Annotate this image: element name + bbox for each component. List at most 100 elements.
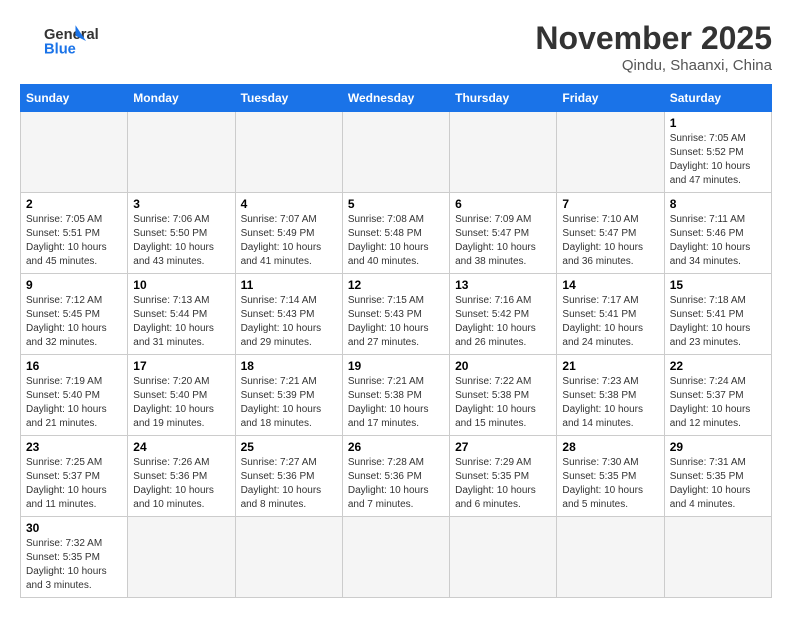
day-number: 20 [455, 359, 551, 373]
calendar-cell [557, 517, 664, 598]
day-number: 18 [241, 359, 337, 373]
calendar-cell: 2 Sunrise: 7:05 AM Sunset: 5:51 PM Daylig… [21, 193, 128, 274]
day-number: 21 [562, 359, 658, 373]
day-info: Sunrise: 7:07 AM Sunset: 5:49 PM Dayligh… [241, 213, 337, 269]
day-info: Sunrise: 7:11 AM Sunset: 5:46 PM Dayligh… [670, 213, 766, 269]
day-number: 17 [133, 359, 229, 373]
day-info: Sunrise: 7:26 AM Sunset: 5:36 PM Dayligh… [133, 456, 229, 512]
calendar-cell: 22 Sunrise: 7:24 AM Sunset: 5:37 PM Dayli… [664, 355, 771, 436]
svg-text:Blue: Blue [44, 42, 76, 58]
weekday-header-wednesday: Wednesday [342, 85, 449, 112]
day-info: Sunrise: 7:05 AM Sunset: 5:51 PM Dayligh… [26, 213, 122, 269]
day-number: 7 [562, 197, 658, 211]
day-number: 6 [455, 197, 551, 211]
day-number: 13 [455, 278, 551, 292]
week-row-6: 30 Sunrise: 7:32 AM Sunset: 5:35 PM Dayli… [21, 517, 772, 598]
weekday-header-friday: Friday [557, 85, 664, 112]
day-number: 15 [670, 278, 766, 292]
day-number: 30 [26, 521, 122, 535]
day-number: 24 [133, 440, 229, 454]
week-row-4: 16 Sunrise: 7:19 AM Sunset: 5:40 PM Dayli… [21, 355, 772, 436]
calendar-subtitle: Qindu, Shaanxi, China [535, 57, 772, 74]
calendar-cell [235, 517, 342, 598]
day-info: Sunrise: 7:22 AM Sunset: 5:38 PM Dayligh… [455, 375, 551, 431]
calendar-cell [128, 517, 235, 598]
day-info: Sunrise: 7:17 AM Sunset: 5:41 PM Dayligh… [562, 294, 658, 350]
day-info: Sunrise: 7:20 AM Sunset: 5:40 PM Dayligh… [133, 375, 229, 431]
calendar-cell: 19Sunrise: 7:21 AM Sunset: 5:38 PM Dayli… [342, 355, 449, 436]
calendar-cell: 30 Sunrise: 7:32 AM Sunset: 5:35 PM Dayli… [21, 517, 128, 598]
calendar-cell: 29Sunrise: 7:31 AM Sunset: 5:35 PM Dayli… [664, 436, 771, 517]
day-number: 9 [26, 278, 122, 292]
day-info: Sunrise: 7:08 AM Sunset: 5:48 PM Dayligh… [348, 213, 444, 269]
weekday-header-monday: Monday [128, 85, 235, 112]
day-info: Sunrise: 7:09 AM Sunset: 5:47 PM Dayligh… [455, 213, 551, 269]
day-info: Sunrise: 7:18 AM Sunset: 5:41 PM Dayligh… [670, 294, 766, 350]
day-info: Sunrise: 7:10 AM Sunset: 5:47 PM Dayligh… [562, 213, 658, 269]
day-info: Sunrise: 7:19 AM Sunset: 5:40 PM Dayligh… [26, 375, 122, 431]
calendar-cell: 18Sunrise: 7:21 AM Sunset: 5:39 PM Dayli… [235, 355, 342, 436]
day-info: Sunrise: 7:27 AM Sunset: 5:36 PM Dayligh… [241, 456, 337, 512]
day-number: 1 [670, 116, 766, 130]
day-number: 11 [241, 278, 337, 292]
logo-icon: General Blue [20, 20, 110, 62]
day-info: Sunrise: 7:28 AM Sunset: 5:36 PM Dayligh… [348, 456, 444, 512]
day-number: 16 [26, 359, 122, 373]
calendar-cell: 26Sunrise: 7:28 AM Sunset: 5:36 PM Dayli… [342, 436, 449, 517]
title-block: November 2025 Qindu, Shaanxi, China [535, 20, 772, 74]
day-number: 3 [133, 197, 229, 211]
day-info: Sunrise: 7:12 AM Sunset: 5:45 PM Dayligh… [26, 294, 122, 350]
day-number: 12 [348, 278, 444, 292]
calendar-cell [21, 112, 128, 193]
day-info: Sunrise: 7:24 AM Sunset: 5:37 PM Dayligh… [670, 375, 766, 431]
calendar-cell: 20 Sunrise: 7:22 AM Sunset: 5:38 PM Dayli… [450, 355, 557, 436]
weekday-header-thursday: Thursday [450, 85, 557, 112]
day-number: 4 [241, 197, 337, 211]
calendar-cell: 23 Sunrise: 7:25 AM Sunset: 5:37 PM Dayli… [21, 436, 128, 517]
day-number: 29 [670, 440, 766, 454]
day-info: Sunrise: 7:16 AM Sunset: 5:42 PM Dayligh… [455, 294, 551, 350]
day-info: Sunrise: 7:14 AM Sunset: 5:43 PM Dayligh… [241, 294, 337, 350]
calendar-cell: 12Sunrise: 7:15 AM Sunset: 5:43 PM Dayli… [342, 274, 449, 355]
week-row-2: 2 Sunrise: 7:05 AM Sunset: 5:51 PM Daylig… [21, 193, 772, 274]
calendar-cell [450, 112, 557, 193]
week-row-1: 1Sunrise: 7:05 AM Sunset: 5:52 PM Daylig… [21, 112, 772, 193]
calendar-cell: 16 Sunrise: 7:19 AM Sunset: 5:40 PM Dayli… [21, 355, 128, 436]
calendar-cell [557, 112, 664, 193]
day-number: 22 [670, 359, 766, 373]
calendar-cell: 27 Sunrise: 7:29 AM Sunset: 5:35 PM Dayli… [450, 436, 557, 517]
day-number: 14 [562, 278, 658, 292]
calendar-cell [342, 112, 449, 193]
calendar-cell: 10 Sunrise: 7:13 AM Sunset: 5:44 PM Dayli… [128, 274, 235, 355]
weekday-header-row: SundayMondayTuesdayWednesdayThursdayFrid… [21, 85, 772, 112]
day-info: Sunrise: 7:13 AM Sunset: 5:44 PM Dayligh… [133, 294, 229, 350]
calendar-cell [664, 517, 771, 598]
calendar-header: General Blue November 2025 Qindu, Shaanx… [20, 20, 772, 74]
day-number: 2 [26, 197, 122, 211]
day-info: Sunrise: 7:29 AM Sunset: 5:35 PM Dayligh… [455, 456, 551, 512]
calendar-cell: 5Sunrise: 7:08 AM Sunset: 5:48 PM Daylig… [342, 193, 449, 274]
calendar-cell: 25Sunrise: 7:27 AM Sunset: 5:36 PM Dayli… [235, 436, 342, 517]
weekday-header-saturday: Saturday [664, 85, 771, 112]
day-info: Sunrise: 7:32 AM Sunset: 5:35 PM Dayligh… [26, 537, 122, 593]
calendar-cell: 3Sunrise: 7:06 AM Sunset: 5:50 PM Daylig… [128, 193, 235, 274]
calendar-cell: 9 Sunrise: 7:12 AM Sunset: 5:45 PM Daylig… [21, 274, 128, 355]
logo: General Blue [20, 20, 110, 62]
day-info: Sunrise: 7:23 AM Sunset: 5:38 PM Dayligh… [562, 375, 658, 431]
day-number: 28 [562, 440, 658, 454]
day-info: Sunrise: 7:25 AM Sunset: 5:37 PM Dayligh… [26, 456, 122, 512]
day-number: 8 [670, 197, 766, 211]
day-number: 27 [455, 440, 551, 454]
svg-text:General: General [44, 27, 99, 43]
day-number: 10 [133, 278, 229, 292]
calendar-title: November 2025 [535, 20, 772, 57]
day-info: Sunrise: 7:21 AM Sunset: 5:38 PM Dayligh… [348, 375, 444, 431]
calendar-cell: 7 Sunrise: 7:10 AM Sunset: 5:47 PM Daylig… [557, 193, 664, 274]
day-number: 23 [26, 440, 122, 454]
calendar-table: SundayMondayTuesdayWednesdayThursdayFrid… [20, 84, 772, 598]
calendar-cell: 1Sunrise: 7:05 AM Sunset: 5:52 PM Daylig… [664, 112, 771, 193]
calendar-cell: 13 Sunrise: 7:16 AM Sunset: 5:42 PM Dayli… [450, 274, 557, 355]
calendar-cell: 15 Sunrise: 7:18 AM Sunset: 5:41 PM Dayli… [664, 274, 771, 355]
weekday-header-tuesday: Tuesday [235, 85, 342, 112]
calendar-cell [450, 517, 557, 598]
